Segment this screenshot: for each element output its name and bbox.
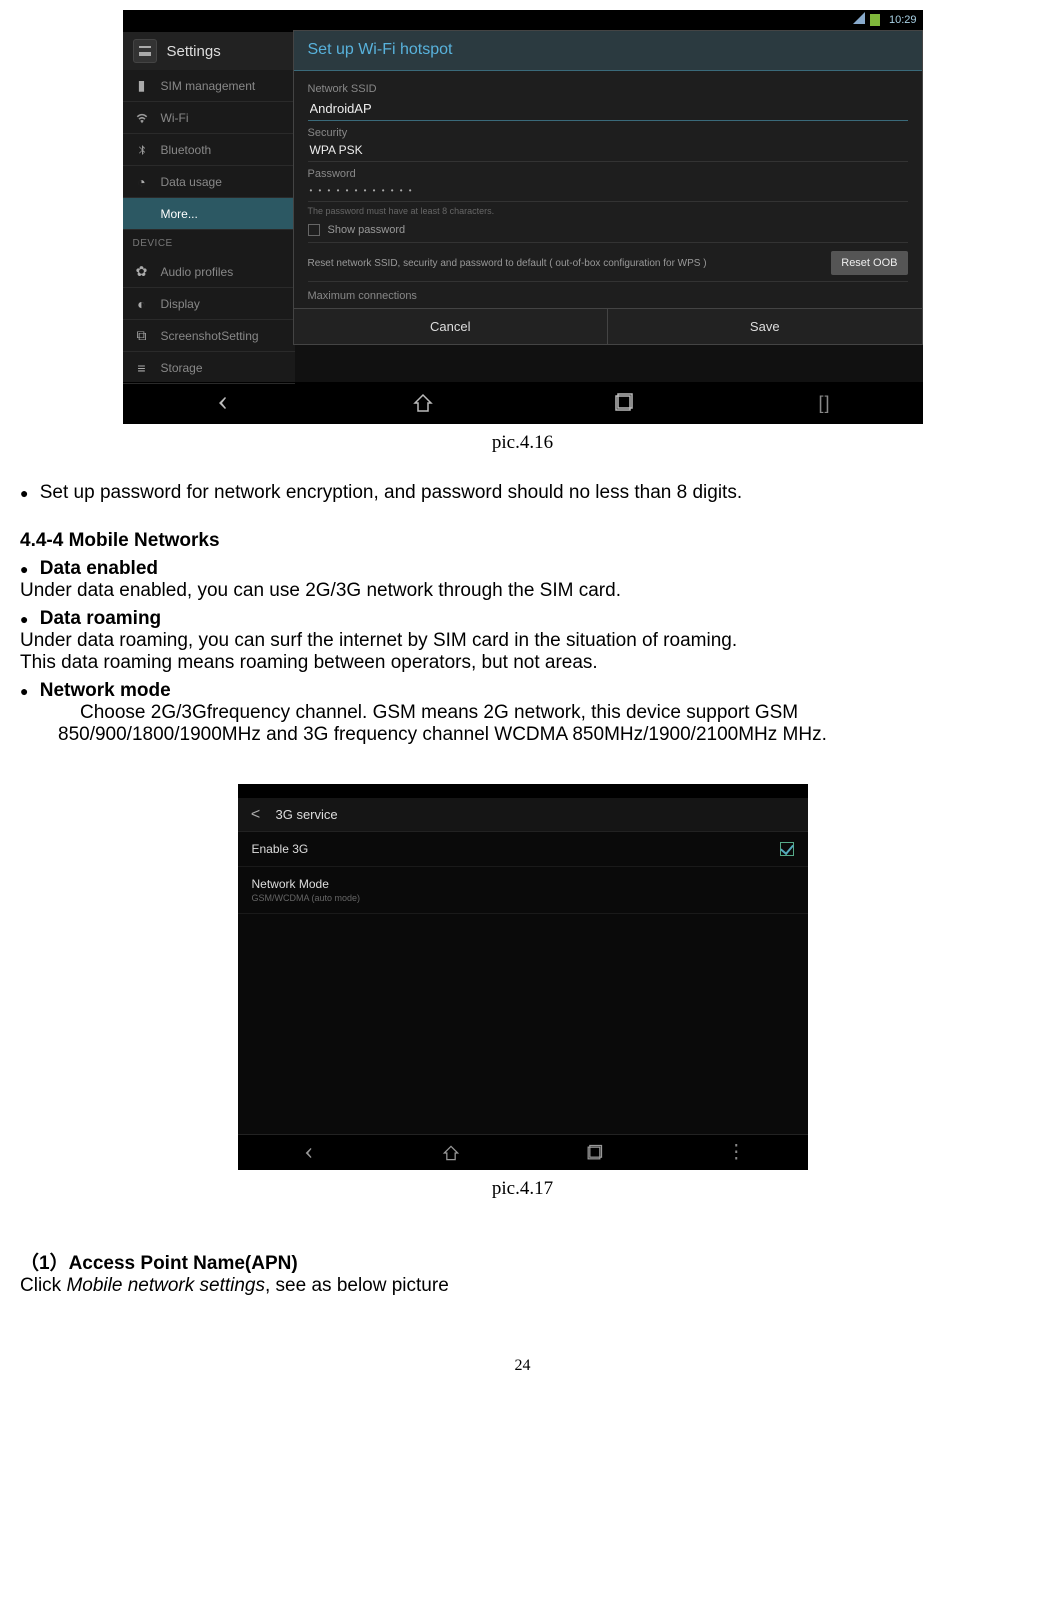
- password-label: Password: [308, 168, 908, 180]
- page-number: 24: [20, 1357, 1025, 1375]
- text-apn-body: Click Mobile network settings, see as be…: [20, 1275, 1025, 1297]
- screenshot-3g-service: < 3G service Enable 3G Network Mode GSM/…: [238, 784, 808, 1170]
- sidebar-item-label: Wi-Fi: [161, 111, 189, 125]
- storage-icon: ≡: [133, 359, 151, 377]
- status-bar: 10:29: [123, 10, 923, 32]
- show-password-label: Show password: [328, 224, 406, 236]
- wifi-hotspot-dialog: Set up Wi-Fi hotspot Network SSID Securi…: [293, 30, 923, 345]
- home-icon[interactable]: [437, 1139, 465, 1167]
- ssid-label: Network SSID: [308, 83, 908, 95]
- display-icon: ◐: [133, 295, 151, 313]
- sidebar-item-label: Bluetooth: [161, 143, 212, 157]
- back-icon[interactable]: [295, 1139, 323, 1167]
- header-3g-service: < 3G service: [238, 798, 808, 832]
- show-password-row[interactable]: Show password: [308, 224, 908, 243]
- sidebar-item-data-usage[interactable]: ◔ Data usage: [123, 166, 295, 198]
- label-enable-3g: Enable 3G: [252, 842, 309, 856]
- save-button[interactable]: Save: [608, 309, 922, 344]
- cancel-button[interactable]: Cancel: [294, 309, 609, 344]
- row-enable-3g[interactable]: Enable 3G: [238, 832, 808, 867]
- text-setup-password: Set up password for network encryption, …: [40, 482, 742, 503]
- sub-network-mode: GSM/WCDMA (auto mode): [252, 893, 361, 903]
- nav-bar-2: ⋮: [238, 1134, 808, 1170]
- recent-icon[interactable]: [580, 1139, 608, 1167]
- dialog-backdrop: Set up Wi-Fi hotspot Network SSID Securi…: [295, 32, 923, 382]
- sidebar-item-display[interactable]: ◐ Display: [123, 288, 295, 320]
- sidebar-item-label: Data usage: [161, 175, 222, 189]
- sidebar-item-label: Display: [161, 297, 200, 311]
- settings-icon: [133, 39, 157, 63]
- header-title: 3G service: [276, 807, 338, 822]
- checkbox-checked-icon[interactable]: [780, 842, 794, 856]
- sidebar-item-wifi[interactable]: Wi-Fi: [123, 102, 295, 134]
- heading-data-enabled: Data enabled: [40, 558, 158, 579]
- security-label: Security: [308, 127, 908, 139]
- text-data-roaming-2: This data roaming means roaming between …: [20, 652, 1025, 674]
- status-bar-2: [238, 784, 808, 798]
- dialog-title: Set up Wi-Fi hotspot: [294, 31, 922, 71]
- settings-title-row: Settings: [123, 32, 295, 70]
- back-icon[interactable]: [209, 389, 237, 417]
- bullet-network-mode: Network mode: [20, 680, 1025, 702]
- apn-italic: Mobile network settings: [66, 1275, 265, 1296]
- text-network-mode-2: 850/900/1800/1900MHz and 3G frequency ch…: [20, 724, 1025, 746]
- back-icon[interactable]: <: [246, 805, 266, 825]
- blank-icon: [133, 205, 151, 223]
- signal-icon: [853, 12, 865, 27]
- empty-area: [238, 914, 808, 1134]
- nav-bar: [ ]: [123, 382, 923, 424]
- dots-icon[interactable]: ⋮: [722, 1139, 750, 1167]
- security-select[interactable]: WPA PSK: [308, 139, 908, 162]
- sidebar-item-label: Storage: [161, 361, 203, 375]
- caption-pic416: pic.4.16: [20, 432, 1025, 454]
- settings-title: Settings: [167, 43, 221, 60]
- screenshot-wifi-hotspot: 10:29 Settings ▮ SIM management Wi-Fi: [123, 10, 923, 424]
- row-network-mode[interactable]: Network Mode GSM/WCDMA (auto mode): [238, 867, 808, 914]
- sidebar-item-screenshot[interactable]: ⧉ ScreenshotSetting: [123, 320, 295, 352]
- bluetooth-icon: [133, 141, 151, 159]
- ssid-input[interactable]: [308, 97, 908, 121]
- battery-icon: [870, 14, 880, 26]
- sidebar-item-label: Audio profiles: [161, 265, 234, 279]
- label-network-mode: Network Mode: [252, 877, 361, 891]
- sidebar-item-label: ScreenshotSetting: [161, 329, 259, 343]
- sidebar-item-sim[interactable]: ▮ SIM management: [123, 70, 295, 102]
- bullet-setup-password: Set up password for network encryption, …: [20, 482, 1025, 504]
- text-network-mode-1: Choose 2G/3Gfrequency channel. GSM means…: [20, 702, 1025, 724]
- heading-apn: （1）Access Point Name(APN): [20, 1248, 1025, 1275]
- sim-icon: ▮: [133, 77, 151, 95]
- text-data-roaming-1: Under data roaming, you can surf the int…: [20, 630, 1025, 652]
- home-icon[interactable]: [409, 389, 437, 417]
- bullet-data-enabled: Data enabled: [20, 558, 1025, 580]
- sidebar-item-label: SIM management: [161, 79, 256, 93]
- recent-icon[interactable]: [609, 389, 637, 417]
- sidebar-section-device: DEVICE: [123, 230, 295, 256]
- sidebar-item-more[interactable]: More...: [123, 198, 295, 230]
- heading-network-mode: Network mode: [40, 680, 171, 701]
- audio-icon: ✿: [133, 263, 151, 281]
- reset-oob-button[interactable]: Reset OOB: [831, 251, 907, 275]
- status-time: 10:29: [889, 14, 917, 26]
- data-usage-icon: ◔: [133, 173, 151, 191]
- screenshot-nav-icon[interactable]: [ ]: [809, 389, 837, 417]
- heading-mobile-networks: 4.4-4 Mobile Networks: [20, 530, 1025, 552]
- caption-pic417: pic.4.17: [20, 1178, 1025, 1200]
- bullet-data-roaming: Data roaming: [20, 608, 1025, 630]
- apn-prefix: Click: [20, 1275, 66, 1296]
- max-connections-label: Maximum connections: [308, 290, 908, 302]
- text-data-enabled: Under data enabled, you can use 2G/3G ne…: [20, 580, 1025, 602]
- screenshot-icon: ⧉: [133, 327, 151, 345]
- password-input[interactable]: • • • • • • • • • • • •: [308, 180, 908, 202]
- heading-data-roaming: Data roaming: [40, 608, 161, 629]
- password-hint: The password must have at least 8 charac…: [308, 206, 908, 216]
- sidebar-item-audio[interactable]: ✿ Audio profiles: [123, 256, 295, 288]
- wifi-icon: [133, 109, 151, 127]
- sidebar-item-storage[interactable]: ≡ Storage: [123, 352, 295, 384]
- apn-suffix: , see as below picture: [265, 1275, 449, 1296]
- sidebar-item-bluetooth[interactable]: Bluetooth: [123, 134, 295, 166]
- checkbox-icon[interactable]: [308, 224, 320, 236]
- sidebar-item-label: More...: [161, 207, 198, 221]
- settings-sidebar: Settings ▮ SIM management Wi-Fi Blue: [123, 32, 295, 382]
- reset-description: Reset network SSID, security and passwor…: [308, 257, 832, 270]
